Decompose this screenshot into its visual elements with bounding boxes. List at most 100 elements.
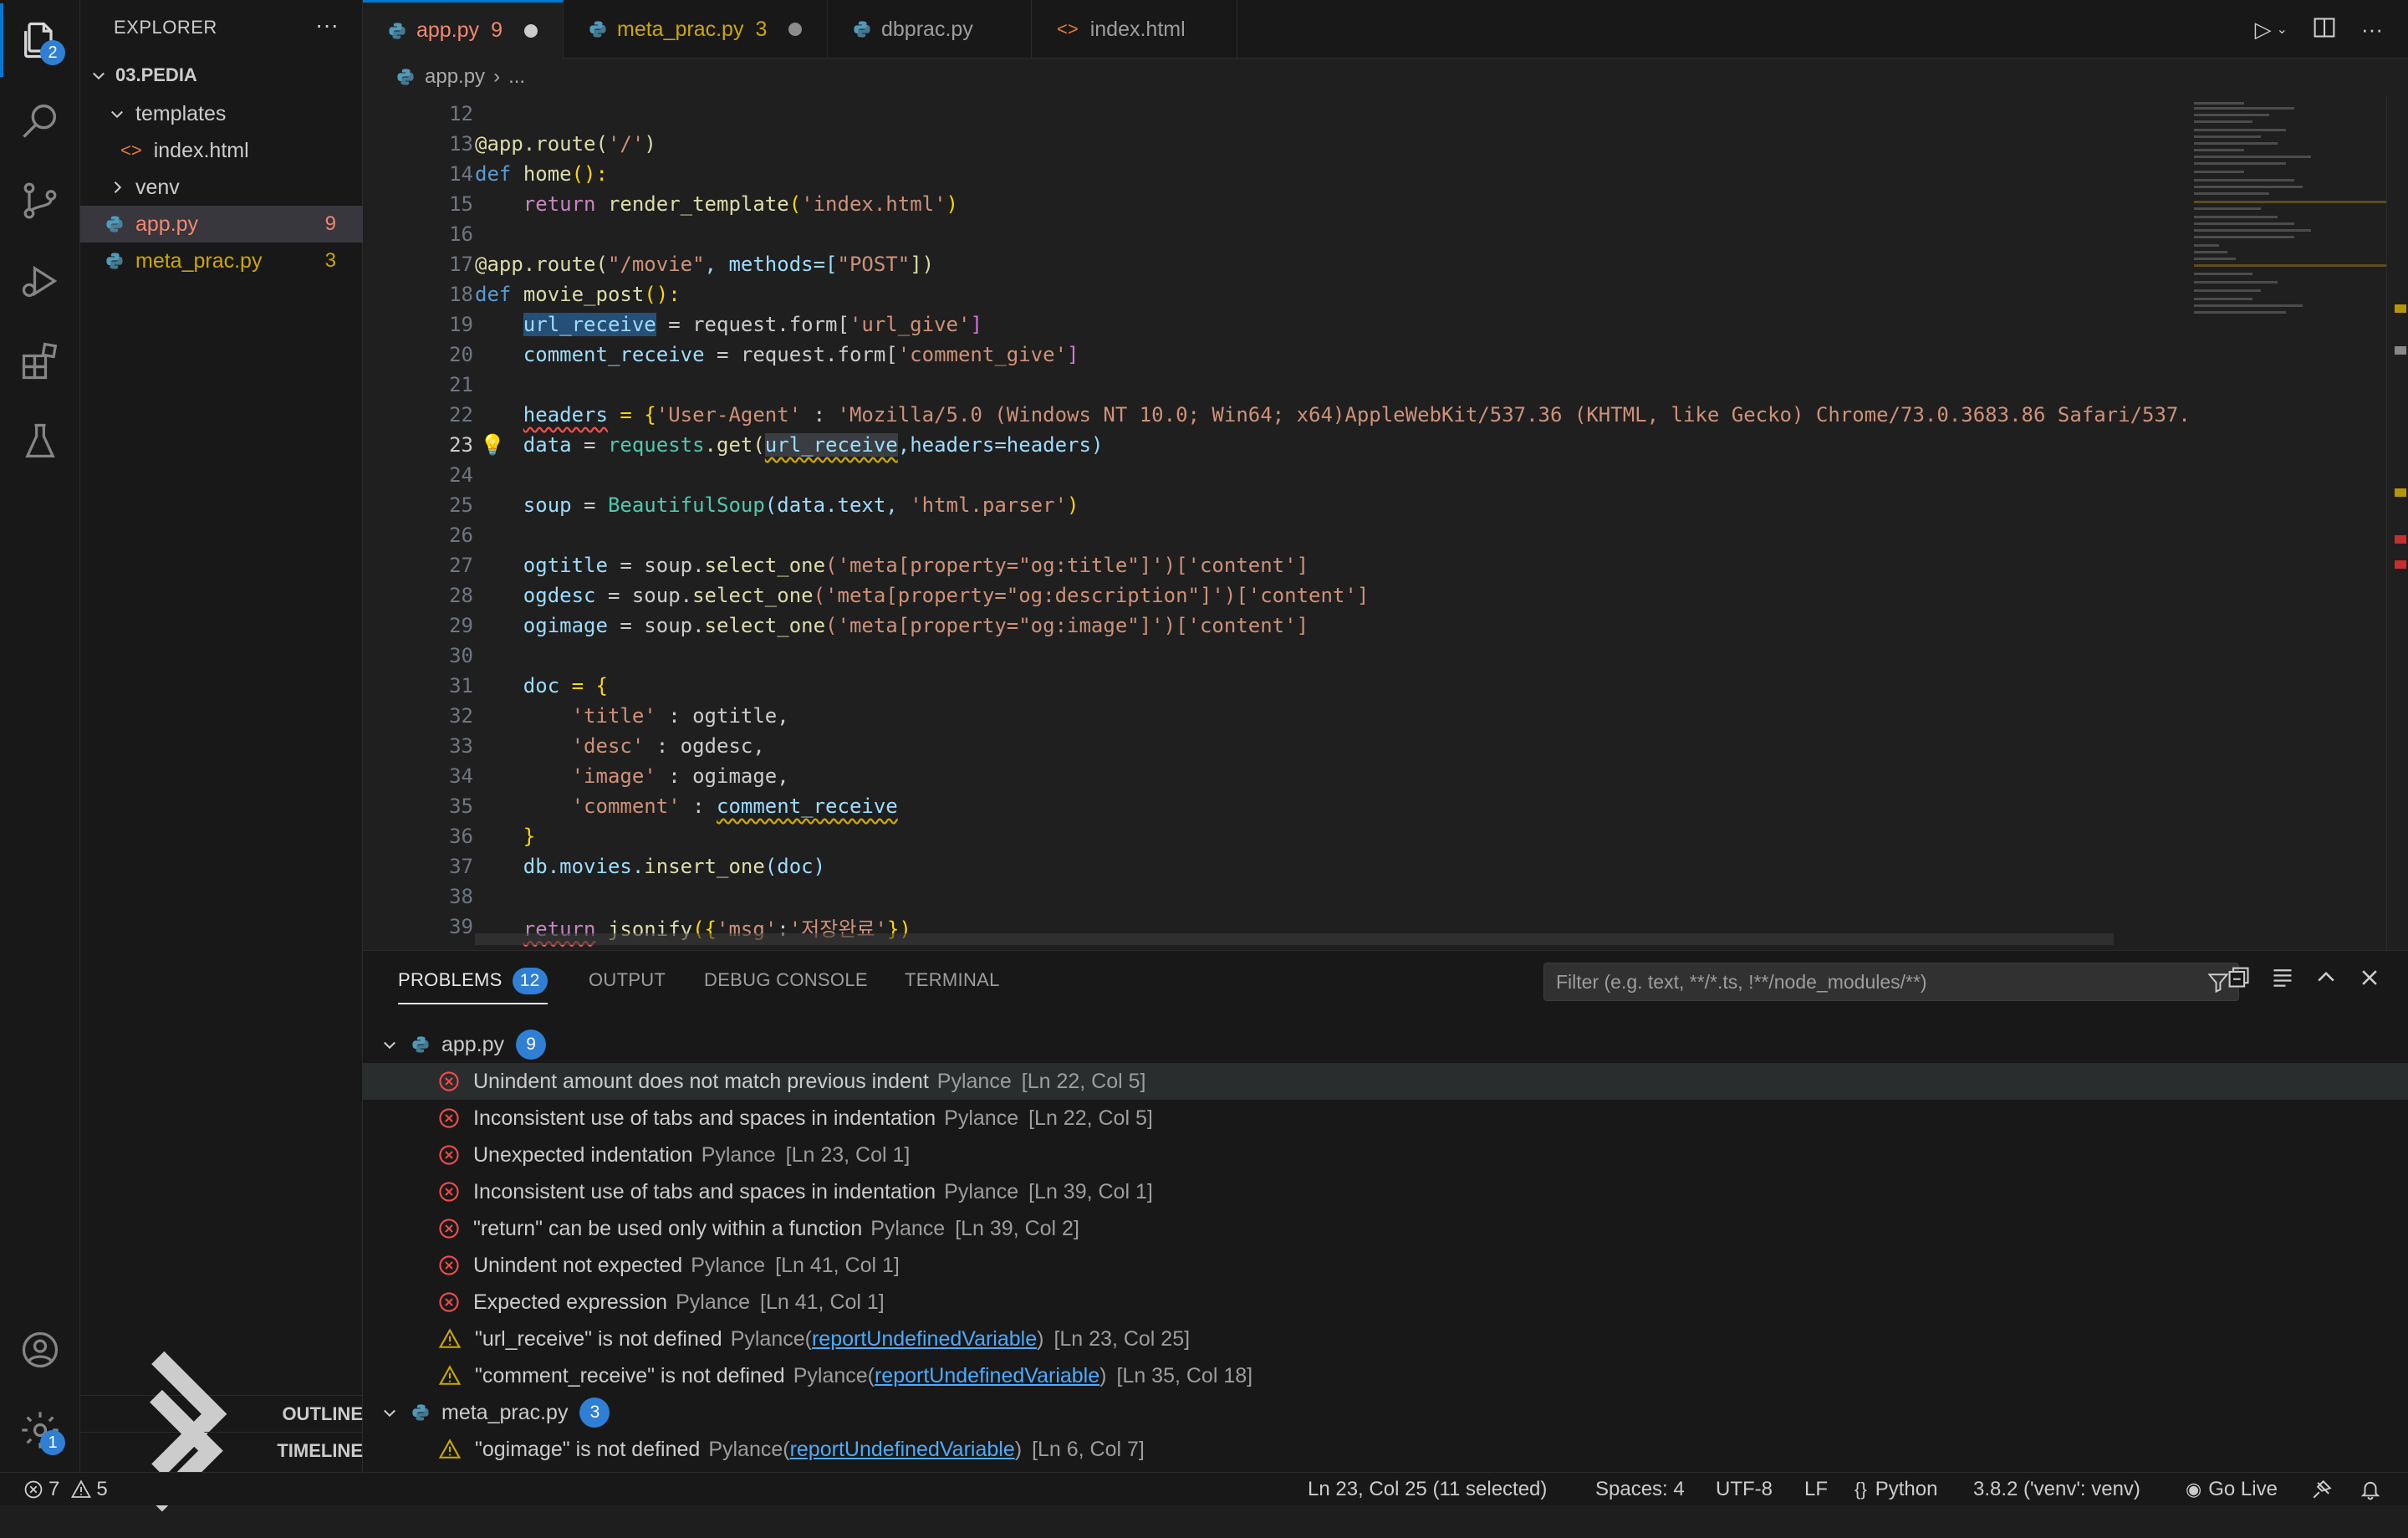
- feedback-icon[interactable]: [2311, 1473, 2333, 1506]
- tab-label: app.py: [416, 18, 480, 42]
- problem-rule-link[interactable]: reportUndefinedVariable: [790, 1438, 1015, 1462]
- testing-icon[interactable]: [0, 401, 80, 482]
- timeline-section[interactable]: TIMELINE: [80, 1389, 363, 1512]
- tree-item-meta-prac-py[interactable]: meta_prac.py 3: [80, 243, 363, 279]
- problem-message: Inconsistent use of tabs and spaces in i…: [473, 1179, 936, 1203]
- code-line: data = requests.get(url_receive,headers=…: [523, 433, 1104, 457]
- vertical-scrollbar[interactable]: [2386, 95, 2408, 950]
- folder-root[interactable]: 03.PEDIA: [80, 57, 363, 94]
- editor-actions: ▷ ⌄ ···: [2255, 0, 2408, 59]
- tree-item-app-py[interactable]: app.py 9: [80, 206, 363, 243]
- code-line: headers = {'User-Agent' : 'Mozilla/5.0 (…: [523, 403, 2191, 427]
- line-number: 34: [449, 764, 473, 788]
- problem-item[interactable]: Expected expression Pylance [Ln 41, Col 1]: [363, 1284, 2408, 1321]
- unsaved-dot-icon[interactable]: [788, 23, 803, 36]
- source-control-icon[interactable]: [0, 161, 80, 241]
- settings-gear-icon[interactable]: 1: [0, 1390, 80, 1470]
- breadcrumb-file[interactable]: app.py: [425, 65, 485, 89]
- chevron-right-icon: ›: [493, 65, 501, 88]
- explorer-badge: 2: [40, 40, 65, 65]
- language-mode[interactable]: {} Python: [1854, 1473, 1937, 1506]
- problem-message: Unindent not expected: [473, 1253, 683, 1277]
- go-live-button[interactable]: ◉ Go Live: [2186, 1473, 2278, 1506]
- error-icon: [439, 1108, 459, 1128]
- code-line: @app.route("/movie", methods=["POST"]): [475, 253, 935, 276]
- extensions-icon[interactable]: [0, 321, 80, 401]
- line-number: 12: [449, 102, 473, 125]
- line-number: 25: [449, 493, 473, 517]
- encoding[interactable]: UTF-8: [1716, 1473, 1773, 1506]
- problems-tab-label: PROBLEMS: [398, 968, 503, 990]
- problem-item[interactable]: Unexpected indentation Pylance [Ln 23, Col…: [363, 1137, 2408, 1173]
- explorer-icon[interactable]: 2: [0, 0, 80, 80]
- tree-item-templates[interactable]: templates: [80, 95, 363, 132]
- problem-item[interactable]: "ogimage" is not defined Pylance(reportUn…: [363, 1431, 2408, 1468]
- code-line: 'desc' : ogdesc,: [571, 734, 765, 758]
- problem-group-meta-prac-py[interactable]: meta_prac.py 3: [363, 1394, 2408, 1431]
- tab-output[interactable]: OUTPUT: [589, 969, 666, 991]
- filter-icon[interactable]: [2206, 972, 2230, 994]
- minimap[interactable]: [2186, 95, 2395, 950]
- split-editor-icon[interactable]: [2313, 16, 2336, 43]
- problem-item[interactable]: Unindent not expected Pylance [Ln 41, Col …: [363, 1247, 2408, 1284]
- tab-meta-prac-py[interactable]: meta_prac.py 3: [564, 0, 828, 59]
- tree-item-index-html[interactable]: <> index.html: [80, 132, 363, 169]
- code-line: db.movies.insert_one(doc): [523, 855, 826, 878]
- problem-item[interactable]: "url_receive" is not defined Pylance(repo…: [363, 1321, 2408, 1357]
- unsaved-dot-icon[interactable]: [523, 23, 538, 38]
- problem-message: "return" can be used only within a funct…: [473, 1216, 863, 1240]
- line-ending[interactable]: LF: [1804, 1473, 1828, 1506]
- run-icon[interactable]: ▷: [2255, 17, 2272, 43]
- indentation[interactable]: Spaces: 4: [1595, 1473, 1685, 1506]
- line-number: 14: [449, 162, 473, 186]
- python-file-icon: [412, 1404, 429, 1421]
- filter-placeholder: Filter (e.g. text, **/*.ts, !**/node_mod…: [1556, 970, 1927, 993]
- run-dropdown-chevron-icon[interactable]: ⌄: [2277, 21, 2288, 38]
- problem-message: Expected expression: [473, 1290, 668, 1314]
- collapse-all-icon[interactable]: [2227, 966, 2251, 995]
- python-file-icon: [854, 21, 870, 38]
- run-debug-icon[interactable]: [0, 241, 80, 321]
- tab-dbprac-py[interactable]: dbprac.py: [828, 0, 1032, 59]
- code-editor[interactable]: 12 13 @app.route('/') 14 def home(): 15 …: [363, 95, 2408, 950]
- problem-source: Pylance: [691, 1253, 766, 1277]
- problem-rule-link[interactable]: reportUndefinedVariable: [812, 1327, 1037, 1351]
- tree-item-venv[interactable]: venv: [80, 169, 363, 206]
- view-as-list-icon[interactable]: [2271, 966, 2294, 995]
- problem-source: Pylance(: [730, 1326, 812, 1351]
- notifications-bell-icon[interactable]: [2360, 1473, 2381, 1506]
- more-actions-icon[interactable]: ···: [2361, 17, 2383, 43]
- tab-app-py[interactable]: app.py 9: [363, 0, 564, 59]
- breadcrumb-symbol[interactable]: ...: [508, 65, 525, 89]
- maximize-panel-icon[interactable]: [2314, 966, 2338, 995]
- line-number: 28: [449, 584, 473, 607]
- close-panel-icon[interactable]: [2358, 966, 2381, 995]
- cursor-position[interactable]: Ln 23, Col 25 (11 selected): [1308, 1473, 1547, 1506]
- problem-item[interactable]: Inconsistent use of tabs and spaces in i…: [363, 1100, 2408, 1137]
- tab-debug-console[interactable]: DEBUG CONSOLE: [704, 969, 868, 991]
- problem-item[interactable]: "return" can be used only within a funct…: [363, 1210, 2408, 1247]
- python-interpreter[interactable]: 3.8.2 ('venv': venv): [1973, 1473, 2140, 1506]
- search-icon[interactable]: [0, 80, 80, 161]
- code-line: }: [523, 825, 536, 848]
- python-file-icon: [106, 253, 123, 269]
- problem-rule-link[interactable]: reportUndefinedVariable: [875, 1364, 1099, 1388]
- problem-group-app-py[interactable]: app.py 9: [363, 1026, 2408, 1063]
- problems-filter-input[interactable]: Filter (e.g. text, **/*.ts, !**/node_mod…: [1543, 963, 2239, 1001]
- problems-status[interactable]: 7 5: [23, 1473, 108, 1506]
- account-icon[interactable]: [0, 1310, 80, 1390]
- line-number: 38: [449, 885, 473, 908]
- more-actions-icon[interactable]: ···: [315, 12, 339, 38]
- code-line: 'image' : ogimage,: [571, 764, 789, 788]
- code-line: 'title' : ogtitle,: [571, 704, 789, 728]
- line-number: 39: [449, 915, 473, 938]
- line-number: 18: [449, 283, 473, 306]
- horizontal-scrollbar[interactable]: [475, 933, 2114, 945]
- problem-item[interactable]: Inconsistent use of tabs and spaces in i…: [363, 1173, 2408, 1210]
- problem-item[interactable]: Unindent amount does not match previous …: [363, 1063, 2408, 1100]
- problem-count: 3: [324, 249, 336, 272]
- tab-problems[interactable]: PROBLEMS 12: [398, 968, 548, 1004]
- problem-item[interactable]: "comment_receive" is not defined Pylance(…: [363, 1357, 2408, 1394]
- tab-index-html[interactable]: <> index.html: [1032, 0, 1237, 59]
- tab-terminal[interactable]: TERMINAL: [905, 969, 1000, 991]
